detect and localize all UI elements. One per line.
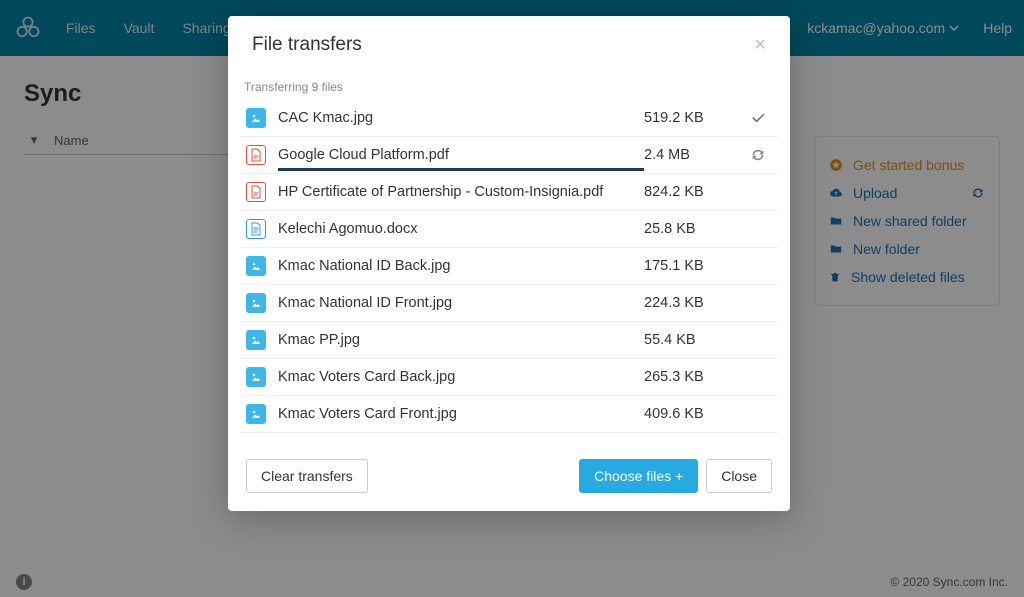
choose-files-button[interactable]: Choose files +: [579, 459, 698, 493]
file-transfers-modal: File transfers × Transferring 9 files CA…: [228, 16, 790, 511]
file-name: Kmac National ID Back.jpg: [278, 258, 644, 274]
file-type-img-icon: [246, 256, 266, 276]
file-name: Google Cloud Platform.pdf: [278, 147, 644, 171]
transfer-row: Kmac Voters Card Front.jpg409.6 KB: [240, 396, 778, 433]
file-status: [744, 147, 772, 163]
file-size: 265.3 KB: [644, 369, 744, 385]
sync-icon: [750, 147, 766, 163]
file-size: 175.1 KB: [644, 258, 744, 274]
close-button[interactable]: Close: [706, 459, 772, 493]
file-size: 224.3 KB: [644, 295, 744, 311]
transfer-row: Google Cloud Platform.pdf2.4 MB: [240, 137, 778, 174]
file-type-img-icon: [246, 108, 266, 128]
transfer-row: Kmac PP.jpg55.4 KB: [240, 322, 778, 359]
file-size: 25.8 KB: [644, 221, 744, 237]
transfer-list: CAC Kmac.jpg519.2 KBGoogle Cloud Platfor…: [240, 100, 778, 433]
transfer-row: Kmac Voters Card Back.jpg265.3 KB: [240, 359, 778, 396]
file-name: Kelechi Agomuo.docx: [278, 221, 644, 237]
file-type-doc-icon: [246, 219, 266, 239]
check-icon: [750, 110, 766, 126]
transfer-row: Kmac National ID Front.jpg224.3 KB: [240, 285, 778, 322]
modal-close-icon[interactable]: ×: [754, 35, 766, 55]
transfer-count-label: Transferring 9 files: [240, 72, 778, 100]
file-size: 2.4 MB: [644, 147, 744, 163]
file-type-img-icon: [246, 293, 266, 313]
file-name: Kmac National ID Front.jpg: [278, 295, 644, 311]
file-type-pdf-icon: [246, 182, 266, 202]
clear-transfers-button[interactable]: Clear transfers: [246, 459, 368, 493]
file-name: Kmac Voters Card Back.jpg: [278, 369, 644, 385]
file-type-img-icon: [246, 404, 266, 424]
transfer-row: Kelechi Agomuo.docx25.8 KB: [240, 211, 778, 248]
file-type-img-icon: [246, 367, 266, 387]
modal-title: File transfers: [252, 34, 362, 56]
transfer-row: CAC Kmac.jpg519.2 KB: [240, 100, 778, 137]
file-name: CAC Kmac.jpg: [278, 110, 644, 126]
file-name: HP Certificate of Partnership - Custom-I…: [278, 184, 644, 200]
transfer-row: Kmac National ID Back.jpg175.1 KB: [240, 248, 778, 285]
file-size: 519.2 KB: [644, 110, 744, 126]
file-type-img-icon: [246, 330, 266, 350]
file-size: 824.2 KB: [644, 184, 744, 200]
file-size: 409.6 KB: [644, 406, 744, 422]
file-status: [744, 110, 772, 126]
file-name: Kmac PP.jpg: [278, 332, 644, 348]
file-size: 55.4 KB: [644, 332, 744, 348]
file-type-pdf-icon: [246, 145, 266, 165]
transfer-row: HP Certificate of Partnership - Custom-I…: [240, 174, 778, 211]
file-name: Kmac Voters Card Front.jpg: [278, 406, 644, 422]
